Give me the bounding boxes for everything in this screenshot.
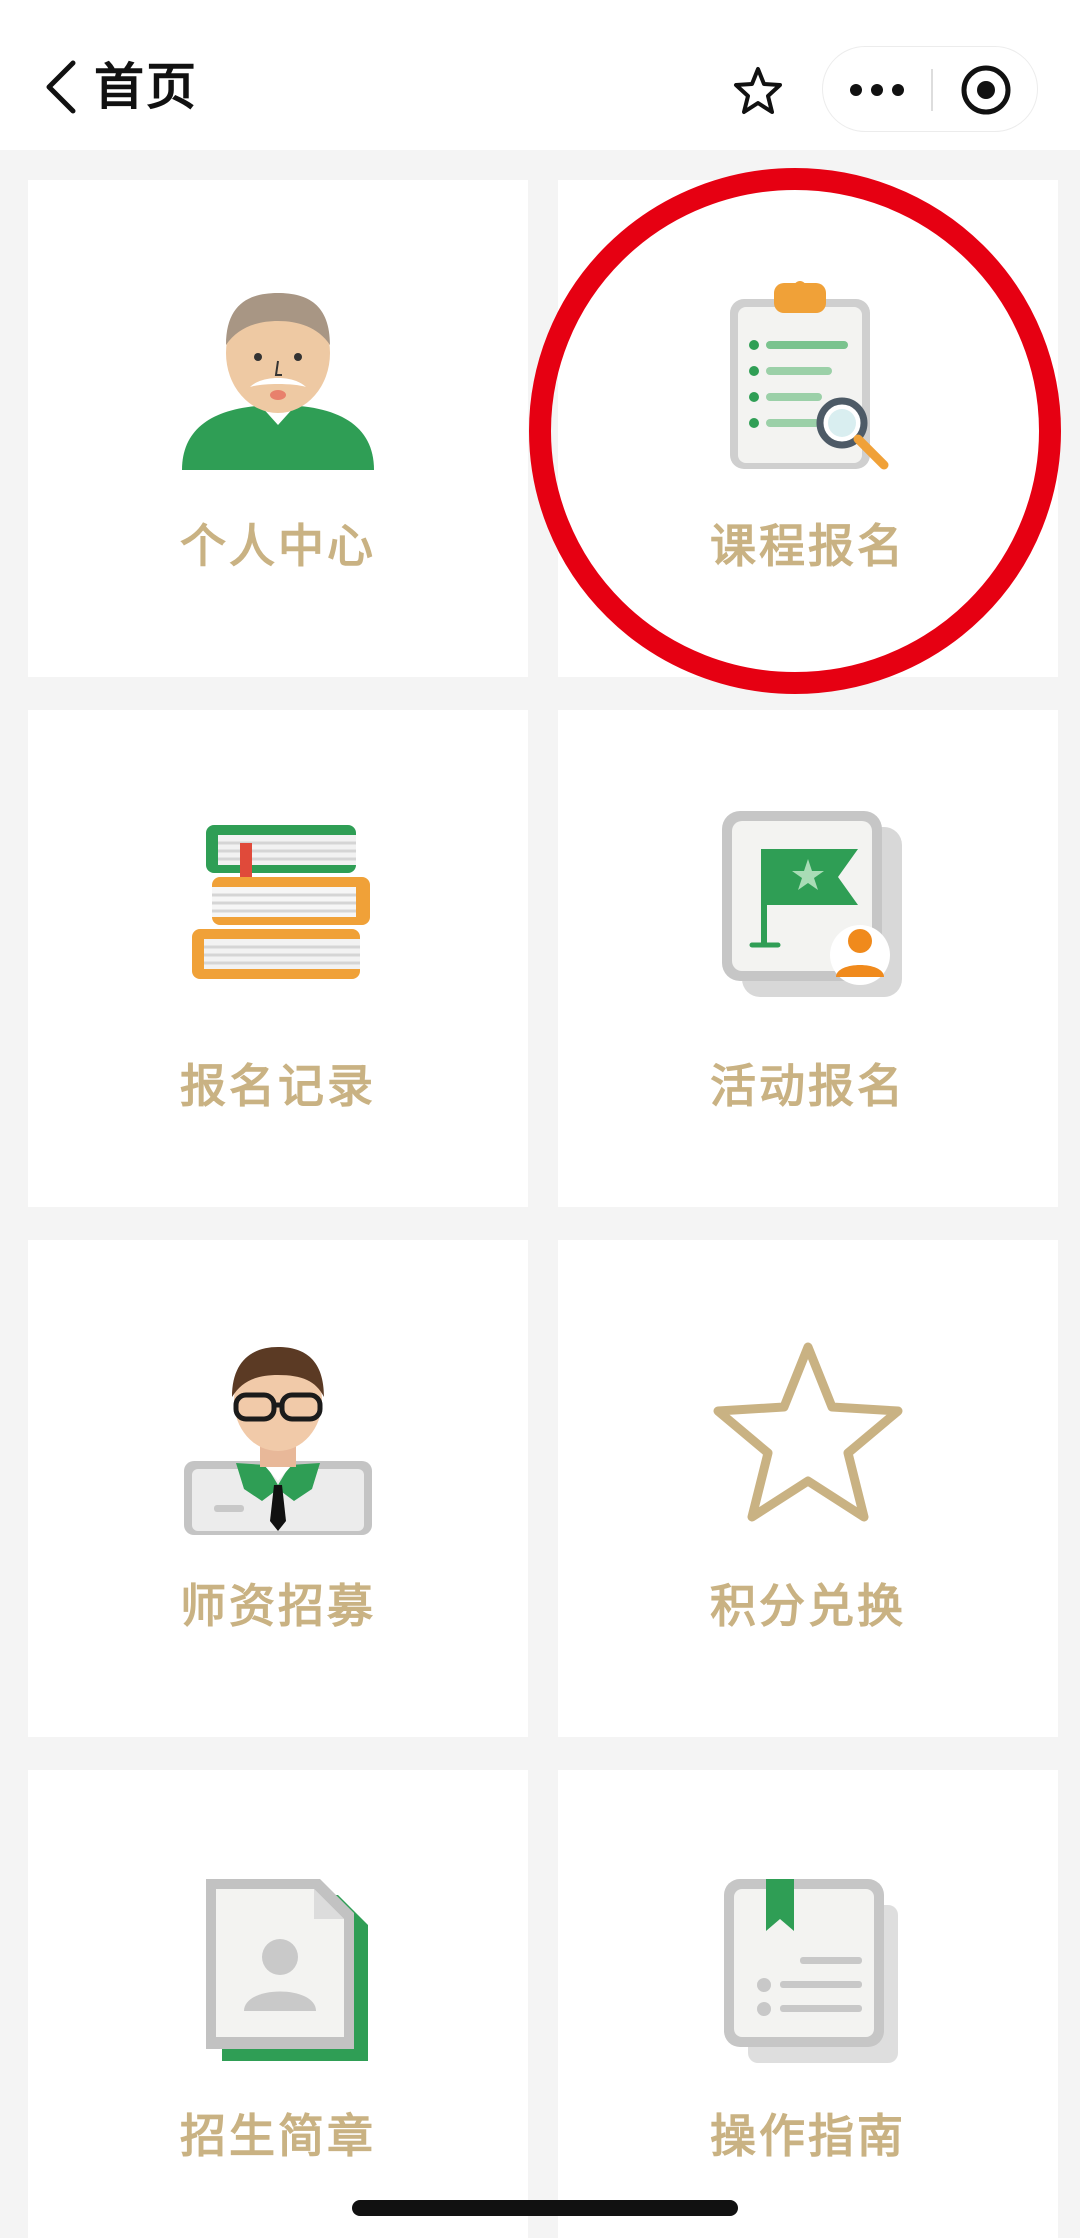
tile-teacher-recruitment[interactable]: 师资招募 — [28, 1240, 528, 1737]
guide-book-icon — [724, 1879, 898, 2063]
tile-registration-records[interactable]: 报名记录 — [28, 710, 528, 1207]
tile-label: 积分兑换 — [710, 1579, 906, 1633]
tile-label: 课程报名 — [710, 519, 906, 573]
mini-program-capsule — [822, 46, 1038, 132]
clipboard-search-icon — [730, 281, 889, 470]
tile-activity-registration[interactable]: 活动报名 — [558, 710, 1058, 1207]
user-avatar-icon — [182, 293, 374, 470]
tile-points-exchange[interactable]: 积分兑换 — [558, 1240, 1058, 1737]
tile-label: 个人中心 — [180, 519, 376, 573]
tile-course-registration[interactable]: 课程报名 — [558, 180, 1058, 677]
tile-label: 招生简章 — [180, 2109, 376, 2163]
tile-admissions-brochure[interactable]: 招生简章 — [28, 1770, 528, 2238]
home-indicator[interactable] — [352, 2200, 738, 2216]
page-title: 首页 — [94, 58, 198, 116]
star-icon — [713, 1342, 903, 1522]
chevron-left-icon — [46, 60, 76, 114]
flag-user-icon — [722, 811, 902, 997]
favorite-button[interactable] — [713, 46, 803, 136]
target-circle-icon — [961, 65, 1011, 115]
tile-personal-center[interactable]: 个人中心 — [28, 180, 528, 677]
books-icon — [192, 825, 370, 979]
more-button[interactable] — [823, 47, 931, 133]
tile-label: 操作指南 — [710, 2109, 906, 2163]
top-nav-bar: 首页 — [0, 0, 1080, 150]
star-outline-icon — [734, 67, 782, 114]
teacher-icon — [184, 1347, 372, 1535]
tile-label: 活动报名 — [710, 1059, 906, 1113]
tile-label: 报名记录 — [180, 1059, 376, 1113]
back-button[interactable] — [36, 52, 86, 122]
profile-document-icon — [206, 1879, 368, 2061]
tile-operation-guide[interactable]: 操作指南 — [558, 1770, 1058, 2238]
tile-label: 师资招募 — [180, 1579, 376, 1633]
close-button[interactable] — [933, 47, 1039, 133]
more-dots-icon — [850, 84, 904, 96]
